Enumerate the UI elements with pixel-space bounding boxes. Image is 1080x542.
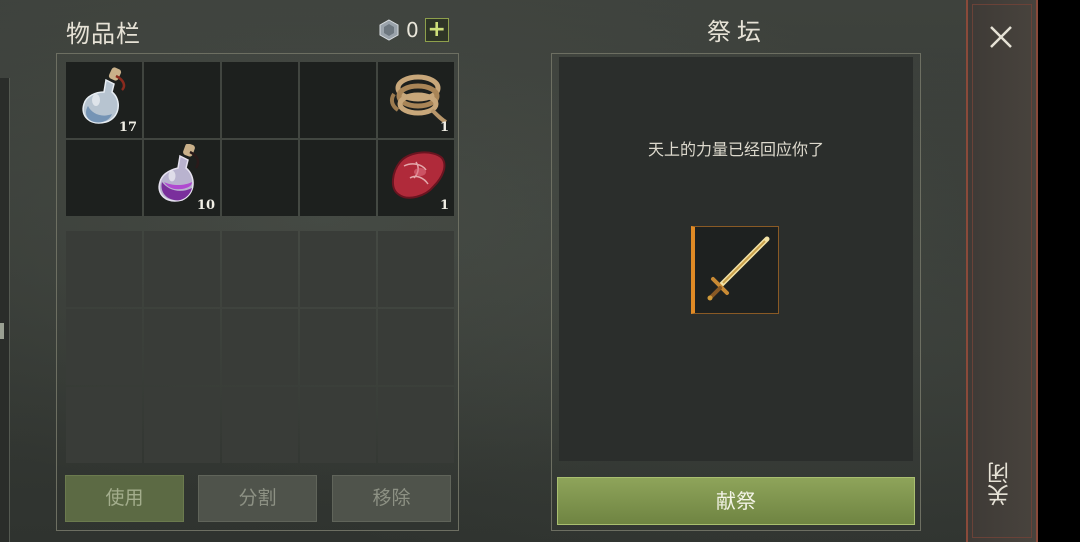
close-panel-inner-border [972, 4, 1032, 538]
split-button[interactable]: 分割 [198, 475, 317, 522]
inventory-slot[interactable]: 10 [144, 140, 220, 216]
currency-value: 0 [406, 18, 419, 42]
close-icon[interactable] [986, 22, 1016, 52]
remove-button[interactable]: 移除 [332, 475, 451, 522]
inventory-slot[interactable] [300, 62, 376, 138]
inventory-slot[interactable]: 1 [378, 140, 454, 216]
panel-handle [0, 323, 4, 339]
rope-icon [389, 74, 447, 124]
offering-slot[interactable] [691, 226, 779, 314]
water-flask-icon [82, 67, 126, 124]
currency-display: 0 + [378, 16, 449, 44]
item-quantity: 1 [439, 198, 449, 213]
inventory-slot[interactable] [222, 231, 298, 307]
inventory-slot[interactable] [222, 387, 298, 463]
item-quantity: 17 [118, 120, 137, 135]
inventory-slot[interactable] [378, 309, 454, 385]
inventory-grid-locked [66, 231, 454, 463]
inventory-slot[interactable]: 1 [378, 62, 454, 138]
close-panel[interactable] [966, 0, 1038, 542]
item-quantity: 1 [439, 120, 449, 135]
offer-button[interactable]: 献祭 [557, 477, 915, 525]
altar-title: 祭坛 [707, 18, 767, 46]
inventory-slot[interactable]: 17 [66, 62, 142, 138]
use-button[interactable]: 使用 [65, 475, 184, 522]
inventory-slot[interactable] [300, 231, 376, 307]
inventory-slot[interactable] [66, 387, 142, 463]
inventory-slot[interactable] [144, 231, 220, 307]
purple-potion-icon [158, 144, 200, 202]
golden-sword-icon [707, 236, 770, 301]
inventory-slot[interactable] [378, 387, 454, 463]
inventory-slot[interactable] [300, 309, 376, 385]
inventory-slot[interactable] [66, 140, 142, 216]
inventory-slot[interactable] [144, 62, 220, 138]
inventory-slot[interactable] [144, 387, 220, 463]
inventory-slot[interactable] [222, 140, 298, 216]
inventory-slot[interactable] [144, 309, 220, 385]
inventory-slot[interactable] [378, 231, 454, 307]
screen-edge [1038, 0, 1080, 542]
close-label[interactable]: 关闭 [985, 462, 1021, 506]
inventory-slot[interactable] [300, 140, 376, 216]
item-quantity: 10 [196, 198, 215, 213]
inventory-slot[interactable] [222, 309, 298, 385]
gem-icon [379, 19, 399, 41]
inventory-slot[interactable] [222, 62, 298, 138]
add-currency-button[interactable]: + [424, 18, 449, 42]
left-side-panel-edge[interactable] [0, 78, 10, 542]
inventory-slot[interactable] [66, 231, 142, 307]
inventory-slot[interactable] [66, 309, 142, 385]
inventory-grid: 17 1 10 1 [66, 62, 454, 216]
inventory-slot[interactable] [300, 387, 376, 463]
inventory-title: 物品栏 [66, 20, 141, 48]
altar-message: 天上的力量已经回应你了 [647, 140, 824, 159]
raw-meat-icon [392, 151, 446, 199]
